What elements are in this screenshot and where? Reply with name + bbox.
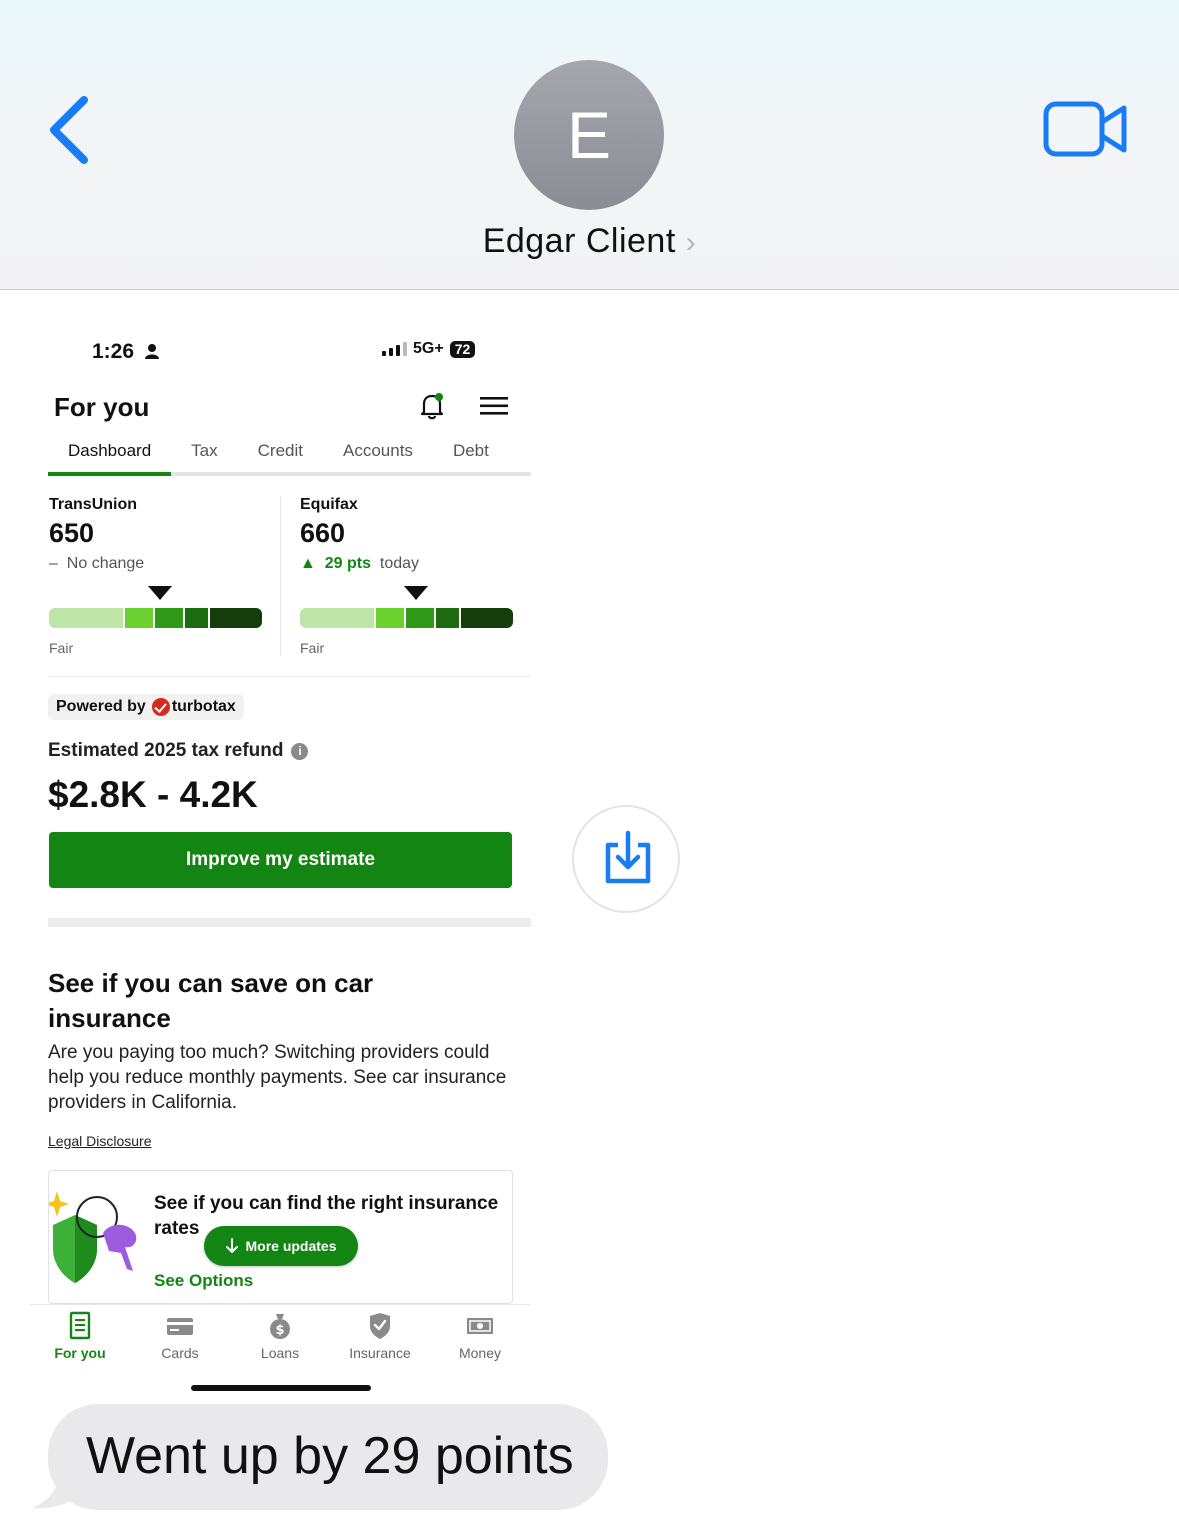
message-header: E Edgar Client ›: [0, 0, 1179, 290]
refund-label: Estimated 2025 tax refund i: [48, 740, 309, 762]
person-icon: [144, 344, 159, 359]
score-rating: Fair: [49, 640, 74, 656]
battery-icon: 72: [449, 340, 476, 358]
equifax-score-card[interactable]: Equifax 660 ▲ 29 pts today Fair: [300, 496, 540, 656]
message-text: Went up by 29 points: [86, 1427, 574, 1485]
score-change: – No change: [49, 555, 145, 572]
page-title: For you: [54, 392, 150, 422]
insurance-heading: See if you can save on car insurance: [48, 968, 374, 1033]
tab-accounts[interactable]: Accounts: [323, 440, 433, 472]
gauge-segment: [461, 608, 513, 628]
contact-avatar[interactable]: E: [514, 60, 664, 210]
hamburger-menu-icon[interactable]: [480, 396, 508, 416]
home-indicator: [191, 1385, 371, 1391]
improve-estimate-button[interactable]: Improve my estimate: [49, 832, 512, 888]
contact-name[interactable]: Edgar Client ›: [0, 222, 1179, 261]
shield-check-icon: [370, 1313, 390, 1339]
shield-keys-illustration-icon: [49, 1191, 137, 1283]
credit-score: 660: [300, 518, 346, 548]
bureau-name: TransUnion: [49, 496, 138, 513]
back-chevron-icon[interactable]: [40, 92, 100, 168]
powered-by-badge: Powered by turbotax: [48, 694, 244, 720]
money-bag-icon: $: [270, 1314, 290, 1339]
credit-score: 650: [49, 518, 95, 548]
facetime-video-icon[interactable]: [1040, 98, 1132, 160]
bottom-navigation: For you Cards $ Loans Insurance Money: [30, 1304, 530, 1374]
score-rating: Fair: [300, 640, 325, 656]
document-icon: [69, 1311, 91, 1340]
arrow-down-icon: [226, 1238, 239, 1253]
tab-tax[interactable]: Tax: [171, 440, 237, 472]
gauge-segment: [155, 608, 183, 628]
screenshot-attachment[interactable]: 1:26 5G+ 72 For you Dashboard Tax Credit…: [30, 310, 550, 1410]
turbotax-check-icon: [151, 698, 170, 716]
section-divider: [48, 918, 531, 927]
turbotax-logo: turbotax: [171, 698, 236, 715]
score-pointer-icon: [148, 586, 172, 600]
no-change-dash-icon: –: [49, 555, 58, 572]
score-pointer-icon: [404, 586, 428, 600]
gauge-segment: [436, 608, 459, 628]
tab-bar: Dashboard Tax Credit Accounts Debt: [48, 440, 531, 476]
divider: [280, 496, 281, 656]
up-arrow-icon: ▲: [300, 555, 316, 572]
gauge-segment: [185, 608, 208, 628]
svg-text:$: $: [275, 1323, 284, 1338]
card-icon: [167, 1318, 193, 1335]
gauge-segment: [125, 608, 153, 628]
info-icon[interactable]: i: [291, 742, 309, 760]
avatar-initial: E: [566, 98, 612, 172]
score-gauge: [49, 608, 262, 628]
nav-cards[interactable]: Cards: [130, 1305, 230, 1374]
gauge-segment: [406, 608, 434, 628]
score-change: ▲ 29 pts today: [300, 555, 420, 572]
gauge-segment: [300, 608, 374, 628]
save-download-button[interactable]: [572, 805, 680, 913]
gauge-segment: [49, 608, 123, 628]
insurance-description: Are you paying too much? Switching provi…: [48, 1042, 507, 1113]
tab-credit[interactable]: Credit: [238, 440, 323, 472]
tab-dashboard[interactable]: Dashboard: [48, 440, 172, 476]
tab-debt[interactable]: Debt: [433, 440, 509, 472]
gauge-segment: [376, 608, 404, 628]
network-label: 5G+: [413, 340, 444, 357]
nav-for-you[interactable]: For you: [30, 1305, 130, 1374]
transunion-score-card[interactable]: TransUnion 650 – No change Fair: [49, 496, 289, 656]
divider: [48, 676, 531, 677]
nav-insurance[interactable]: Insurance: [330, 1305, 430, 1374]
status-indicators: 5G+ 72: [382, 340, 476, 358]
see-options-link[interactable]: See Options: [154, 1271, 253, 1291]
score-gauge: [300, 608, 513, 628]
cash-icon: [467, 1318, 493, 1334]
status-time: 1:26: [92, 340, 160, 364]
nav-money[interactable]: Money: [430, 1305, 530, 1374]
notification-bell-icon[interactable]: [419, 392, 445, 420]
more-updates-button[interactable]: More updates: [204, 1226, 358, 1266]
refund-value: $2.8K - 4.2K: [48, 774, 258, 815]
gauge-segment: [210, 608, 262, 628]
signal-icon: [382, 342, 407, 356]
chevron-right-icon: ›: [685, 226, 697, 259]
download-tray-icon: [605, 830, 651, 884]
legal-disclosure-link[interactable]: Legal Disclosure: [48, 1133, 152, 1149]
contact-name-label: Edgar Client: [482, 222, 676, 260]
bureau-name: Equifax: [300, 496, 358, 513]
nav-loans[interactable]: $ Loans: [230, 1305, 330, 1374]
